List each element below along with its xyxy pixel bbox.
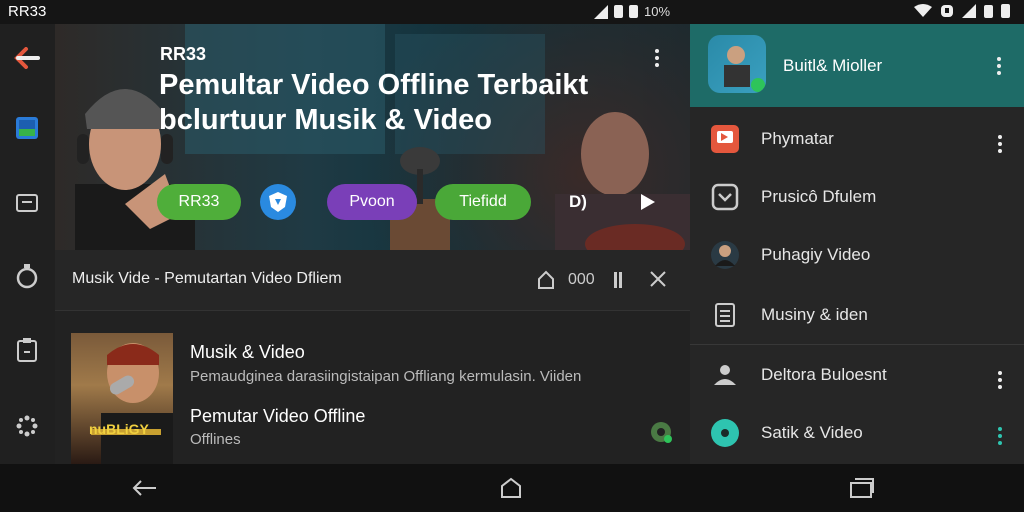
media-thumbnail[interactable]: nuBLiGY <box>71 333 173 464</box>
battery-percent: 10% <box>644 4 671 19</box>
chip-tiefidd[interactable]: Tiefidd <box>435 184 531 220</box>
now-playing-bar[interactable]: Musik Vide - Pemutartan Video Dfliem 000 <box>55 250 690 311</box>
drawer-divider <box>690 344 1024 345</box>
sim-card-icon <box>984 4 993 18</box>
close-icon[interactable] <box>649 270 667 293</box>
item-more-icon-teal[interactable] <box>998 424 1002 448</box>
drawer-item-label: Prusicô Dfulem <box>761 187 877 206</box>
chip-pvoon[interactable]: Pvoon <box>327 184 417 220</box>
document-icon <box>710 300 740 330</box>
status-indicators: 10% <box>594 4 670 19</box>
card-icon[interactable] <box>13 189 41 217</box>
gallery-icon[interactable] <box>13 114 41 142</box>
back-arrow-icon[interactable] <box>13 44 41 72</box>
sim-icon <box>614 5 623 18</box>
item-more-icon[interactable] <box>998 368 1002 392</box>
app-avatar-icon <box>708 35 766 93</box>
wifi-icon <box>914 4 932 17</box>
list-item-description: Pemaudginea darasiingistaipan Offliang k… <box>190 368 582 385</box>
list-item-title-2[interactable]: Pemutar Video Offline <box>190 406 365 427</box>
signal-bars-icon <box>962 4 976 18</box>
hero-brand: RR33 <box>160 44 207 64</box>
clipboard-icon[interactable] <box>13 336 41 364</box>
drawer-item-label: Puhagiy Video <box>761 245 871 264</box>
drawer-item-prusico[interactable]: Prusicô Dfulem <box>690 168 1024 226</box>
download-box-icon <box>710 182 740 212</box>
play-icon[interactable] <box>633 184 663 220</box>
play-square-icon <box>710 124 740 154</box>
shield-app-icon[interactable] <box>260 184 296 220</box>
drawer-item-satik[interactable]: Satik & Video <box>690 404 1024 462</box>
system-nav-bar <box>0 464 1024 512</box>
drawer-item-deltora[interactable]: Deltora Buloesnt <box>690 346 1024 404</box>
apps-dots-icon[interactable] <box>13 412 41 440</box>
drawer-item-musiny[interactable]: Musiny & iden <box>690 286 1024 344</box>
pause-icon[interactable] <box>613 270 623 295</box>
notification-icon <box>941 5 953 17</box>
item-more-icon[interactable] <box>998 132 1002 156</box>
drawer-header-name: Buitl& Mioller <box>783 56 883 75</box>
now-playing-count: 000 <box>568 271 595 288</box>
hero-banner[interactable]: RR33 Pemultar Video Offline Terbaikt bcl… <box>55 24 690 250</box>
drawer-item-label: Deltora Buloesnt <box>761 365 887 384</box>
drawer-item-label: Phymatar <box>761 129 834 148</box>
battery-full-icon <box>1001 4 1010 18</box>
status-right-icons <box>914 4 1010 18</box>
left-nav-rail <box>0 24 55 464</box>
side-drawer: Buitl& Mioller Phymatar Prusicô Dfulem P… <box>690 24 1024 464</box>
chip-rr33[interactable]: RR33 <box>157 184 241 220</box>
status-time: RR33 <box>8 3 47 20</box>
background-person-image <box>555 112 690 250</box>
list-item-title[interactable]: Musik & Video <box>190 342 305 363</box>
drawer-item-label: Satik & Video <box>761 423 863 442</box>
nav-recents-icon[interactable] <box>847 476 877 500</box>
nav-back-icon[interactable] <box>130 476 160 500</box>
drawer-item-puhagiy[interactable]: Puhagiy Video <box>690 226 1024 284</box>
drawer-header[interactable]: Buitl& Mioller <box>690 24 1024 107</box>
user-icon <box>710 360 740 390</box>
teal-dot-icon <box>710 418 740 448</box>
status-bar: RR33 10% <box>0 0 1024 24</box>
settings-badge-icon[interactable] <box>648 419 674 450</box>
battery-icon <box>629 5 638 18</box>
audio-label[interactable]: D) <box>563 184 593 220</box>
nav-home-icon[interactable] <box>496 476 526 500</box>
timer-icon[interactable] <box>13 262 41 290</box>
hero-title-line1: Pemultar Video Offline Terbaikt <box>159 69 589 101</box>
list-item-subtitle-2: Offlines <box>190 431 241 448</box>
hero-more-icon[interactable] <box>655 46 659 70</box>
repeat-icon[interactable] <box>535 270 557 295</box>
thumbnail-text: nuBLiGY <box>89 421 149 437</box>
singer-image <box>91 343 173 464</box>
media-list: nuBLiGY Musik & Video Pemaudginea darasi… <box>55 311 690 464</box>
header-more-icon[interactable] <box>997 54 1001 78</box>
drawer-item-label: Musiny & iden <box>761 305 868 324</box>
drawer-item-phymatar[interactable]: Phymatar <box>690 110 1024 168</box>
profile-photo-icon <box>710 240 740 270</box>
now-playing-title: Musik Vide - Pemutartan Video Dfliem <box>72 270 342 287</box>
hero-title-line2: bclurtuur Musik & Video <box>159 104 493 136</box>
signal-icon <box>594 4 608 19</box>
